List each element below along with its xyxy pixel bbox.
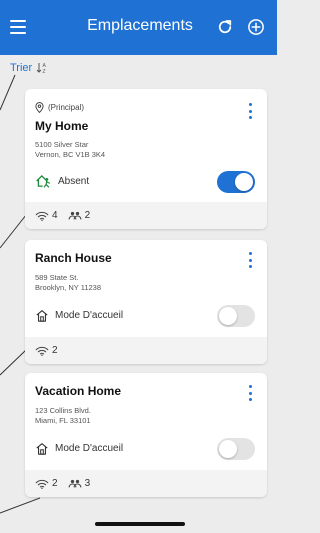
location-name: Vacation Home [35, 384, 122, 398]
location-pin-icon [35, 102, 44, 113]
wifi-icon [35, 346, 49, 356]
away-person-icon [36, 174, 51, 188]
location-name: Ranch House [35, 251, 112, 265]
more-options-icon[interactable] [247, 252, 253, 268]
refresh-icon[interactable] [216, 18, 234, 36]
card-footer: 4 2 [25, 202, 267, 229]
card-footer: 2 3 [25, 470, 267, 497]
location-card[interactable]: Ranch House 589 State St. Brooklyn, NY 1… [25, 240, 267, 364]
users-icon [68, 479, 81, 487]
add-location-icon[interactable] [247, 18, 265, 36]
mode-toggle[interactable] [217, 305, 255, 327]
home-icon [36, 310, 48, 322]
home-indicator[interactable] [95, 522, 185, 526]
location-name: My Home [35, 119, 89, 133]
app-header: Emplacements [0, 0, 277, 55]
location-card[interactable]: Vacation Home 123 Collins Blvd. Miami, F… [25, 373, 267, 497]
users-count: 3 [68, 478, 90, 489]
more-options-icon[interactable] [247, 103, 253, 119]
home-icon [36, 443, 48, 455]
users-icon [68, 211, 81, 219]
mode-toggle[interactable] [217, 438, 255, 460]
card-footer: 2 [25, 337, 267, 364]
devices-count: 4 [35, 210, 58, 221]
principal-badge: (Principal) [35, 102, 84, 113]
page-title: Emplacements [87, 17, 193, 34]
location-address: 589 State St. Brooklyn, NY 11238 [35, 273, 102, 292]
mode-status: Mode D'accueil [35, 442, 123, 455]
users-count: 2 [68, 210, 90, 221]
location-address: 123 Collins Blvd. Miami, FL 33101 [35, 406, 91, 425]
mode-toggle[interactable] [217, 171, 255, 193]
more-options-icon[interactable] [247, 385, 253, 401]
mode-status: Mode D'accueil [35, 309, 123, 322]
svg-text:Z: Z [43, 69, 46, 74]
wifi-icon [35, 479, 49, 489]
wifi-icon [35, 211, 49, 221]
devices-count: 2 [35, 478, 58, 489]
mode-status: Absent [35, 174, 89, 188]
location-address: 5100 Silver Star Vernon, BC V1B 3K4 [35, 140, 106, 159]
devices-count: 2 [35, 345, 58, 356]
location-card[interactable]: (Principal) My Home 5100 Silver Star Ver… [25, 89, 267, 229]
